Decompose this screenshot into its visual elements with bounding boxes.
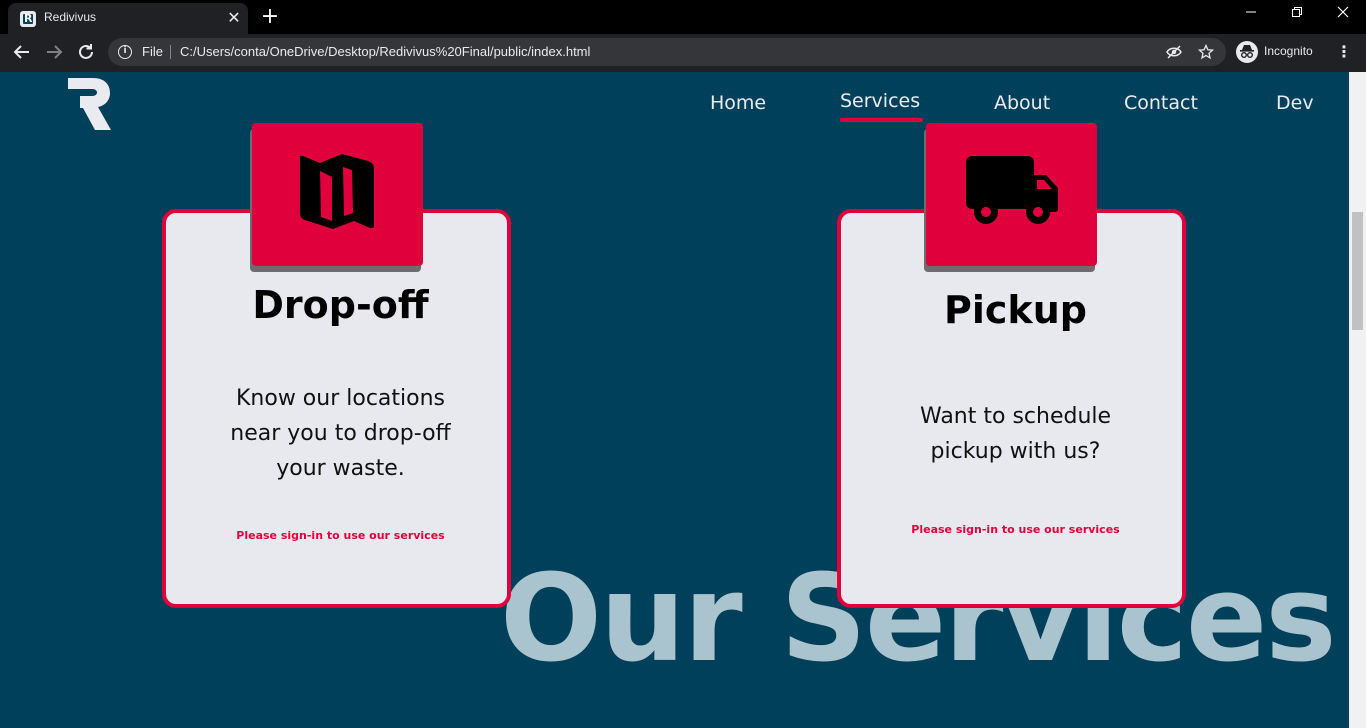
nav-contact[interactable]: Contact bbox=[1124, 92, 1198, 114]
back-button[interactable] bbox=[8, 38, 36, 66]
site-favicon-icon: R bbox=[20, 11, 36, 27]
new-tab-button[interactable]: + bbox=[258, 4, 282, 30]
site-info-icon[interactable]: i bbox=[118, 45, 132, 59]
scrollbar-thumb[interactable] bbox=[1352, 212, 1363, 330]
restore-button[interactable] bbox=[1274, 0, 1320, 30]
minimize-icon bbox=[1246, 11, 1256, 13]
map-icon bbox=[299, 154, 374, 229]
browser-menu-icon[interactable]: ⋮ bbox=[1334, 40, 1354, 64]
card-description: Know our locations near you to drop-off … bbox=[166, 381, 515, 486]
tab-close-icon[interactable]: ✕ bbox=[224, 8, 244, 28]
reload-icon bbox=[79, 44, 93, 59]
forward-arrow-icon bbox=[47, 45, 63, 59]
tab-title: Redivivus bbox=[44, 10, 97, 24]
card-title: Pickup bbox=[944, 288, 1087, 332]
bookmark-star-icon[interactable] bbox=[1198, 44, 1214, 60]
browser-tab[interactable]: R Redivivus ✕ bbox=[8, 3, 248, 34]
page-scrollbar[interactable] bbox=[1349, 72, 1366, 728]
minimize-button[interactable] bbox=[1228, 0, 1274, 30]
sign-in-note[interactable]: Please sign-in to use our services bbox=[841, 523, 1190, 536]
browser-toolbar: i File C:/Users/conta/OneDrive/Desktop/R… bbox=[0, 34, 1366, 72]
card-description-line: your waste. bbox=[276, 456, 405, 481]
address-separator bbox=[170, 45, 171, 59]
card-description-line: near you to drop-off bbox=[230, 421, 451, 446]
back-arrow-icon bbox=[13, 45, 29, 59]
nav-about[interactable]: About bbox=[994, 92, 1050, 114]
incognito-icon bbox=[1236, 41, 1258, 63]
incognito-label: Incognito bbox=[1264, 44, 1313, 58]
card-description-line: Want to schedule bbox=[919, 404, 1112, 429]
nav-services[interactable]: Services bbox=[840, 90, 920, 112]
browser-tab-bar: R Redivivus ✕ + bbox=[0, 0, 1366, 34]
url-scheme-label: File bbox=[142, 44, 163, 59]
nav-dev[interactable]: Dev bbox=[1276, 92, 1314, 114]
address-bar[interactable]: i File C:/Users/conta/OneDrive/Desktop/R… bbox=[108, 38, 1226, 66]
redivivus-logo[interactable] bbox=[66, 78, 112, 130]
web-page: Home Services About Contact Dev Our Serv… bbox=[0, 72, 1349, 728]
eye-off-icon[interactable] bbox=[1166, 44, 1182, 60]
nav-home[interactable]: Home bbox=[710, 92, 766, 114]
card-title: Drop-off bbox=[252, 283, 429, 327]
card-icon-box bbox=[926, 123, 1097, 266]
truck-icon bbox=[966, 156, 1058, 224]
sign-in-note[interactable]: Please sign-in to use our services bbox=[166, 529, 515, 542]
service-card-pickup[interactable]: Pickup Want to schedule pickup with us? … bbox=[837, 209, 1186, 608]
card-icon-box bbox=[252, 123, 423, 266]
service-card-dropoff[interactable]: Drop-off Know our locations near you to … bbox=[162, 209, 511, 608]
card-description-line: pickup with us? bbox=[930, 439, 1101, 464]
reload-button[interactable] bbox=[72, 38, 100, 66]
nav-active-indicator bbox=[840, 118, 923, 122]
url-text[interactable]: C:/Users/conta/OneDrive/Desktop/Redivivu… bbox=[180, 44, 590, 59]
card-description: Want to schedule pickup with us? bbox=[841, 399, 1190, 469]
card-description-line: Know our locations bbox=[235, 386, 445, 411]
restore-icon bbox=[1292, 7, 1302, 17]
forward-button[interactable] bbox=[40, 38, 68, 66]
close-icon bbox=[1337, 6, 1349, 18]
incognito-indicator[interactable]: Incognito bbox=[1232, 39, 1326, 65]
close-window-button[interactable] bbox=[1320, 0, 1366, 30]
